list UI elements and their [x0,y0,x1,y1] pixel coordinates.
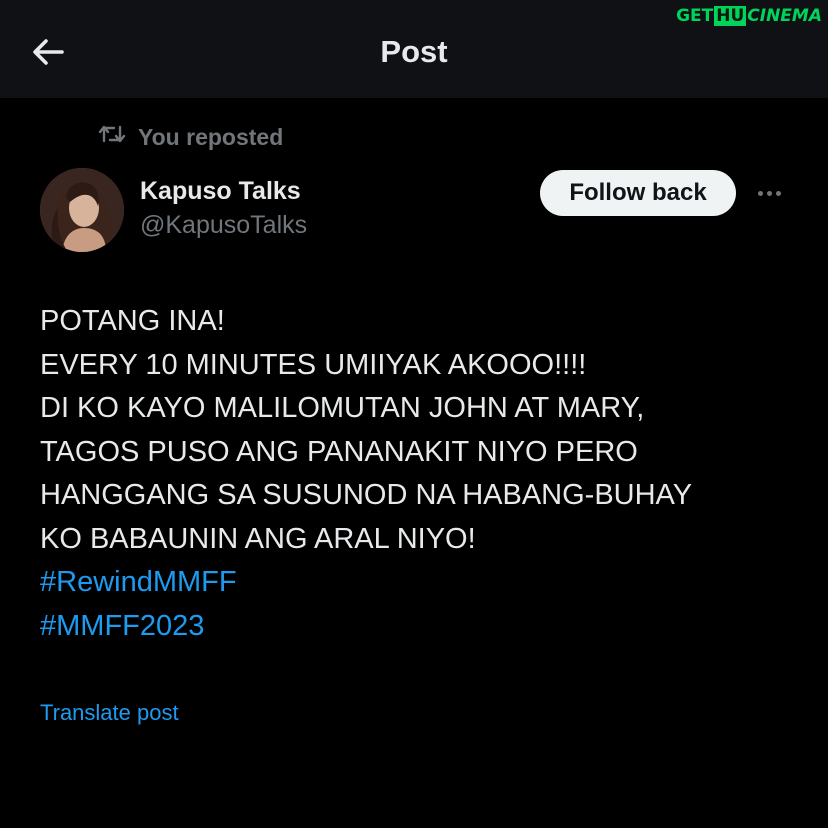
watermark-part-2: HU [714,6,747,26]
author-handle[interactable]: @KapusoTalks [140,211,307,240]
post-line: POTANG INA! [40,305,225,337]
profile-photo [40,168,124,252]
post-line: KO BABAUNIN ANG ARAL NIYO! [40,522,476,555]
more-horizontal-icon [757,190,781,196]
post-line: DI KO KAYO MALILOMUTAN JOHN AT MARY, [40,392,645,424]
watermark-part-1: GET [676,6,714,26]
repost-icon [98,122,126,152]
more-options-button[interactable] [752,178,786,208]
translate-post-link[interactable]: Translate post [40,700,179,726]
watermark-part-3: CINEMA [747,6,822,26]
post-screen: Post GET HU CINEMA You reposted Kapuso Tal… [0,0,828,828]
author-name[interactable]: Kapuso Talks [140,177,301,206]
post-line: TAGOS PUSO ANG PANANAKIT NIYO PERO [40,435,638,468]
hashtag-link[interactable]: #RewindMMFF [40,561,800,605]
post-line: HANGGANG SA SUSUNOD NA HABANG-BUHAY [40,479,693,511]
watermark-logo: GET HU CINEMA [676,6,822,26]
repost-indicator: You reposted [98,122,283,152]
follow-back-button[interactable]: Follow back [540,170,736,216]
page-title: Post [380,34,448,69]
avatar[interactable] [40,168,124,252]
top-bar: Post GET HU CINEMA [0,0,828,98]
hashtag-link[interactable]: #MMFF2023 [40,605,800,649]
repost-label: You reposted [138,123,284,150]
post-text: POTANG INA! EVERY 10 MINUTES UMIIYAK AKO… [40,300,800,648]
post-line: EVERY 10 MINUTES UMIIYAK AKOOO!!!! [40,348,587,381]
